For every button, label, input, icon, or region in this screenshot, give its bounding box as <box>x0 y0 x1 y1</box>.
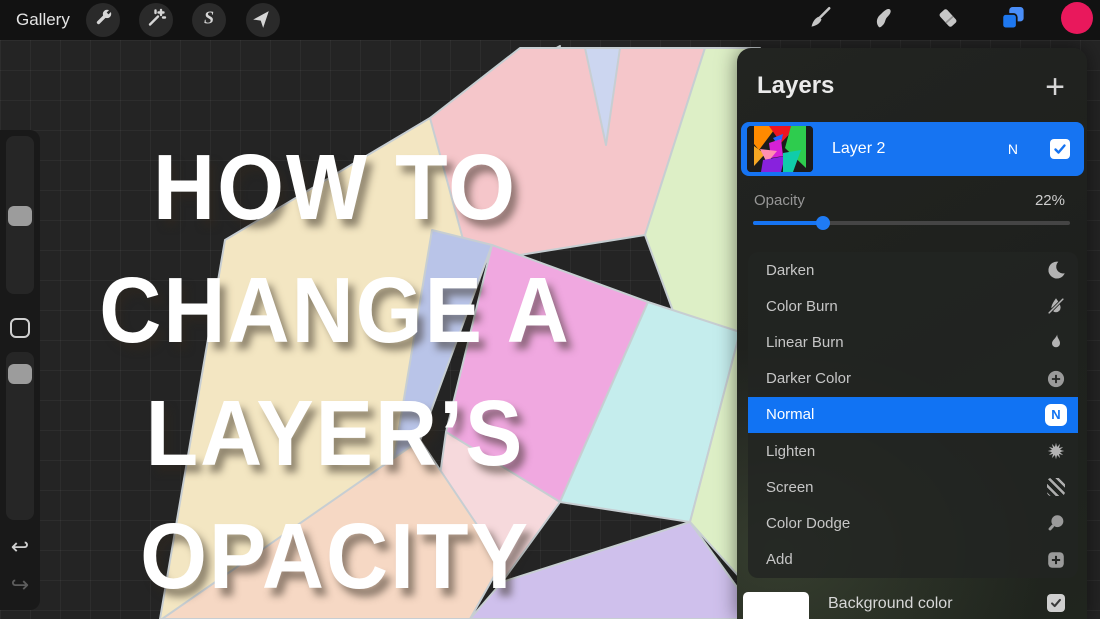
check-icon <box>1049 596 1063 610</box>
layers-panel: Layers + Layer 2 N Opacity <box>737 48 1087 619</box>
opacity-label: Opacity <box>754 192 805 209</box>
blend-mode-lighten[interactable]: Lighten <box>748 433 1078 469</box>
smudge-finger-icon <box>871 5 897 36</box>
eraser-button[interactable] <box>931 3 965 37</box>
blend-mode-screen[interactable]: Screen <box>748 469 1078 505</box>
title-line-2: CHANGE A <box>55 249 615 372</box>
redo-icon[interactable]: ↪ <box>0 572 40 598</box>
transform-button[interactable] <box>246 3 280 37</box>
blend-label: Darken <box>766 262 814 279</box>
blend-label: Add <box>766 551 793 568</box>
wrench-icon <box>91 6 115 35</box>
blend-mode-linear-burn[interactable]: Linear Burn <box>748 324 1078 360</box>
layer-name: Layer 2 <box>832 122 885 176</box>
background-color-label: Background color <box>828 595 953 613</box>
panel-title: Layers <box>757 72 834 100</box>
undo-icon[interactable]: ↩ <box>0 534 40 560</box>
background-visibility-checkbox[interactable] <box>1047 594 1065 612</box>
n-badge-icon: N <box>1044 403 1068 427</box>
svg-text:S: S <box>204 7 214 27</box>
top-toolbar: Gallery S <box>0 0 1100 40</box>
blend-label: Color Burn <box>766 298 838 315</box>
opacity-value: 22% <box>1035 192 1065 209</box>
plus-square-icon <box>1044 548 1068 572</box>
layer-visibility-checkbox[interactable] <box>1050 139 1070 159</box>
blend-label: Screen <box>766 479 814 496</box>
opacity-slider-fill <box>753 221 823 225</box>
opacity-slider[interactable] <box>753 221 1070 225</box>
dodge-icon <box>1044 511 1068 535</box>
blend-label: Darker Color <box>766 370 851 387</box>
layer-row-layer2[interactable]: Layer 2 N <box>741 122 1084 176</box>
magic-wand-icon <box>144 6 168 35</box>
plus-circle-icon <box>1044 367 1068 391</box>
opacity-slider-thumb[interactable] <box>816 216 830 230</box>
title-line-1: HOW TO <box>55 126 615 249</box>
title-line-4: OPACITY <box>55 495 615 618</box>
brush-button[interactable] <box>803 3 837 37</box>
moon-icon <box>1044 258 1068 282</box>
layer-blend-badge[interactable]: N <box>1008 122 1018 176</box>
layer-thumbnail <box>747 126 813 172</box>
blend-mode-list: Darken Color Burn Linear Burn <box>748 252 1078 578</box>
blend-label: Linear Burn <box>766 334 844 351</box>
layers-button[interactable] <box>996 3 1030 37</box>
color-button[interactable] <box>1060 3 1094 37</box>
layers-icon <box>998 3 1028 38</box>
blend-mode-darken[interactable]: Darken <box>748 252 1078 288</box>
title-line-3: LAYER’S <box>55 372 615 495</box>
add-layer-button[interactable]: + <box>1045 70 1065 104</box>
blend-mode-color-burn[interactable]: Color Burn <box>748 288 1078 324</box>
background-color-row[interactable]: Background color <box>737 585 1087 619</box>
blend-label: Color Dodge <box>766 515 850 532</box>
blend-mode-color-dodge[interactable]: Color Dodge <box>748 505 1078 541</box>
blend-label: Normal <box>766 406 814 423</box>
adjustments-button[interactable] <box>139 3 173 37</box>
smudge-button[interactable] <box>867 3 901 37</box>
eraser-icon <box>935 5 961 36</box>
selection-s-icon: S <box>197 6 221 35</box>
brush-size-handle[interactable] <box>8 206 32 226</box>
blend-mode-normal[interactable]: Normal N <box>748 397 1078 433</box>
transform-arrow-icon <box>251 6 275 35</box>
blend-mode-add[interactable]: Add <box>748 542 1078 578</box>
side-toolbar: ↩ ↪ <box>0 130 40 610</box>
gallery-button[interactable]: Gallery <box>16 0 70 40</box>
actions-button[interactable] <box>86 3 120 37</box>
selection-button[interactable]: S <box>192 3 226 37</box>
brush-icon <box>807 5 833 36</box>
blend-label: Lighten <box>766 443 815 460</box>
modify-button[interactable] <box>10 318 30 338</box>
flame-icon <box>1044 330 1068 354</box>
brush-opacity-handle[interactable] <box>8 364 32 384</box>
blend-mode-darker-color[interactable]: Darker Color <box>748 361 1078 397</box>
sunburst-icon <box>1044 439 1068 463</box>
canvas-title: HOW TO CHANGE A LAYER’S OPACITY <box>55 126 615 618</box>
burn-slash-icon <box>1044 294 1068 318</box>
check-icon <box>1052 141 1068 157</box>
background-color-swatch[interactable] <box>743 592 809 619</box>
color-swatch-icon <box>1060 1 1094 40</box>
hatch-icon <box>1044 475 1068 499</box>
